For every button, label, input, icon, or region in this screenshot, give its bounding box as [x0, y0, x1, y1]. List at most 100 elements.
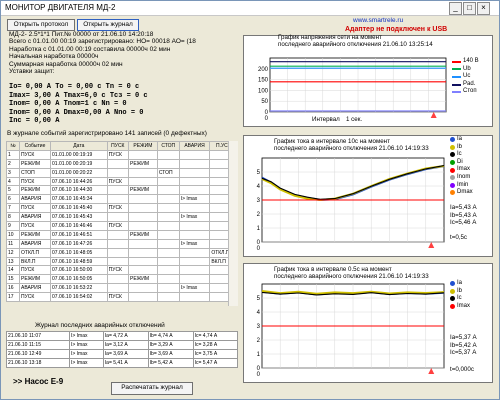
table-cell: [127, 176, 158, 187]
protection-settings: Io= 0,00 А To = 0,00 c Tn = 0 c Imax= 3,…: [9, 83, 148, 126]
table-cell: [156, 247, 180, 258]
table-cell: [178, 247, 211, 258]
table-cell: ПУСК: [18, 149, 52, 160]
legend-item: Uc: [452, 73, 479, 81]
print-journal-button[interactable]: Распечатать журнал: [111, 382, 193, 395]
legend-swatch: [452, 91, 461, 94]
crash-cell: Ib= 3,69 А: [147, 349, 194, 359]
legend-label: Imax: [457, 302, 471, 309]
close-button[interactable]: ×: [477, 2, 490, 15]
events-scrollbar[interactable]: [228, 141, 238, 306]
table-cell: 01.01.00 00:20:19: [50, 158, 108, 169]
table-cell: 07.06.10 16:50:05: [50, 274, 108, 285]
legend-item: Di: [450, 159, 473, 167]
legend-item: Ic: [450, 151, 473, 159]
table-cell: [127, 194, 158, 205]
table-cell: 17: [6, 292, 20, 303]
table-row[interactable]: 5 РЕЖИМ 07.06.10 16:44:30 РЕЖИМ: [6, 185, 238, 196]
events-column-header[interactable]: СТОП: [156, 141, 180, 151]
table-cell: 5: [6, 185, 20, 196]
table-cell: 16: [6, 283, 20, 294]
y-tick-label: 150: [258, 78, 269, 84]
table-row[interactable]: 14 ПУСК 07.06.10 16:50:00 ПУСК: [6, 265, 238, 276]
y-tick-label: 1: [257, 352, 261, 358]
legend-swatch: [450, 175, 455, 181]
legend-label: Ic: [457, 151, 462, 158]
legend-label: Imax: [457, 166, 471, 173]
table-row[interactable]: 4 ПУСК 07.06.10 16:44:26 ПУСК: [6, 176, 238, 187]
table-cell: [106, 167, 129, 178]
table-cell: 07.06.10 16:47:26: [50, 238, 108, 249]
table-cell: [178, 167, 211, 178]
table-row[interactable]: 12 ОТКЛ.П 07.06.10 16:48:05 ОТКЛ.П: [6, 247, 238, 258]
table-row[interactable]: 8 АВАРИЯ 07.06.10 16:45:43 I> Imax: [6, 212, 238, 223]
crash-row: 21.06.10 12:49 I> Imax Ia= 3,69 А Ib= 3,69 …: [6, 349, 239, 359]
current-10s-chart-panel: График тока в интервале 10с на момент по…: [243, 135, 493, 257]
crash-cell: Ic= 3,75 А: [192, 349, 239, 359]
legend-item: Imax: [450, 166, 473, 174]
current-05s-values: Ia=5,37 А Ib=5,42 А Ic=5,37 А: [450, 334, 477, 357]
minimize-button[interactable]: _: [449, 2, 462, 15]
current-10s-legend: Ia Ib Ic Di Imax Inom Imin Dmax: [450, 136, 473, 197]
table-cell: 01.01.00 00:19:19: [50, 149, 108, 160]
table-cell: 4: [6, 176, 20, 187]
crash-cell: Ib= 3,29 А: [147, 340, 194, 350]
device-line-6: Уставки защит:: [9, 68, 55, 76]
table-row[interactable]: 1 ПУСК 01.01.00 00:19:19 ПУСК: [6, 149, 238, 160]
voltage-chart-title-line-2: последнего аварийного отключения 21.06.1…: [278, 41, 433, 48]
table-cell: [156, 176, 180, 187]
setting-row: Inc = 0,00 А: [9, 117, 60, 126]
maximize-button[interactable]: □: [463, 2, 476, 15]
open-journal-button[interactable]: Открыть журнал: [77, 19, 139, 31]
legend-item: Ia: [450, 280, 470, 288]
table-cell: АВАРИЯ: [18, 283, 52, 294]
table-cell: [156, 229, 180, 240]
y-tick-label: 5: [257, 170, 261, 176]
value-ia: Ia=5,37 А: [450, 334, 477, 341]
value-ia: Ia=5,43 А: [450, 204, 477, 211]
table-row[interactable]: 6 АВАРИЯ 07.06.10 16:45:34 I> Imax: [6, 194, 238, 205]
table-row[interactable]: 3 СТОП 01.01.00 00:20:22 СТОП: [6, 167, 238, 178]
table-cell: СТОП: [18, 167, 52, 178]
crash-cell: 21.06.10 12:49: [6, 349, 70, 359]
table-row[interactable]: 9 ПУСК 07.06.10 16:46:46 ПУСК: [6, 221, 238, 231]
marker-label: 0: [257, 246, 261, 252]
table-cell: [106, 194, 129, 205]
legend-swatch: [450, 281, 455, 287]
table-row[interactable]: 7 ПУСК 07.06.10 16:45:40 ПУСК: [6, 203, 238, 214]
table-row[interactable]: 2 РЕЖИМ 01.01.00 00:20:19 РЕЖИМ: [6, 158, 238, 169]
legend-item: Pad.: [452, 81, 479, 89]
events-column-header[interactable]: АВАРИЯ: [178, 141, 211, 151]
events-column-header[interactable]: Событие: [18, 141, 52, 151]
table-row[interactable]: 16 АВАРИЯ 07.06.10 16:53:22 I> Imax: [6, 283, 238, 294]
events-column-header[interactable]: ПУСК: [106, 141, 129, 151]
events-column-header[interactable]: №: [6, 141, 20, 151]
legend-label: Uc: [463, 73, 471, 80]
current-10s-values: Ia=5,43 А Ib=5,43 А Ic=5,46 А: [450, 204, 477, 227]
table-cell: [156, 274, 180, 285]
table-row[interactable]: 17 ПУСК 07.06.10 16:54:02 ПУСК: [6, 292, 238, 303]
website-link[interactable]: www.smartrele.ru: [353, 17, 403, 24]
events-column-header[interactable]: РЕЖИМ: [127, 141, 158, 151]
open-protocol-button[interactable]: Открыть протокол: [7, 19, 75, 31]
current-10s-chart-title-line-1: График тока в интервале 10с на момент: [274, 138, 390, 145]
table-row[interactable]: 15 РЕЖИМ 07.06.10 16:50:05 РЕЖИМ: [6, 274, 238, 285]
table-cell: [156, 292, 180, 303]
table-cell: [127, 283, 158, 294]
events-summary: В журнале событий зарегистрировано 141 з…: [7, 130, 207, 137]
table-cell: ПУСК: [106, 265, 129, 276]
title-bar: МОНИТОР ДВИГАТЕЛЯ МД-2 _ □ ×: [1, 1, 499, 16]
legend-item: Ub: [452, 66, 479, 74]
table-row[interactable]: 13 ВКЛ.П 07.06.10 16:48:59 ВКЛ.П: [6, 256, 238, 267]
legend-label: 140 В: [463, 58, 479, 64]
table-cell: I> Imax: [178, 194, 211, 205]
crash-row: 21.06.10 13:18 I> Imax Ia= 5,41 А Ib= 5,42 …: [6, 358, 239, 368]
legend-label: Inom: [457, 173, 471, 180]
table-row[interactable]: 10 РЕЖИМ 07.06.10 16:46:51 РЕЖИМ: [6, 229, 238, 240]
table-cell: 07.06.10 16:46:46: [50, 221, 108, 231]
table-row[interactable]: 11 АВАРИЯ 07.06.10 16:47:26 I> Imax: [6, 238, 238, 249]
events-column-header[interactable]: Дата: [50, 141, 108, 151]
legend-item: Ia: [450, 136, 473, 144]
crash-cell: 21.06.10 11:07: [6, 331, 70, 341]
table-cell: РЕЖИМ: [127, 158, 158, 169]
